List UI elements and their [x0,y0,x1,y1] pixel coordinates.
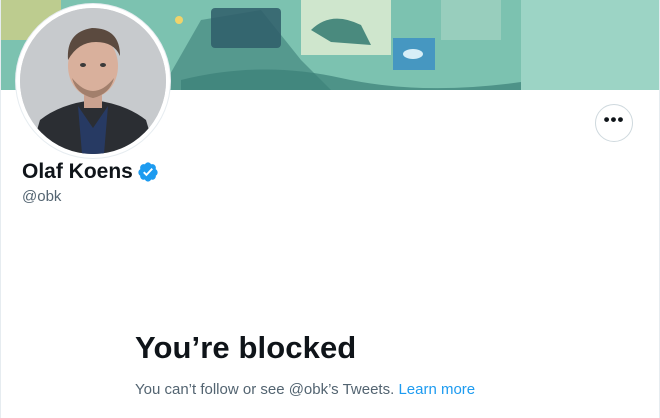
avatar-frame[interactable] [16,4,170,158]
profile-handle: @obk [22,188,62,205]
avatar-portrait-image [20,8,166,154]
more-options-button[interactable]: ••• [595,104,633,142]
display-name: Olaf Koens [22,160,133,183]
blocked-message: You can’t follow or see @obk’s Tweets. [135,381,395,398]
avatar[interactable] [20,8,166,154]
learn-more-link[interactable]: Learn more [398,381,475,398]
verified-badge-icon[interactable] [137,161,159,183]
blocked-title: You’re blocked [135,330,357,365]
profile-name-row: Olaf Koens [22,160,159,184]
more-options-icon: ••• [603,109,625,129]
blocked-message-row: You can’t follow or see @obk’s Tweets. L… [135,381,475,398]
